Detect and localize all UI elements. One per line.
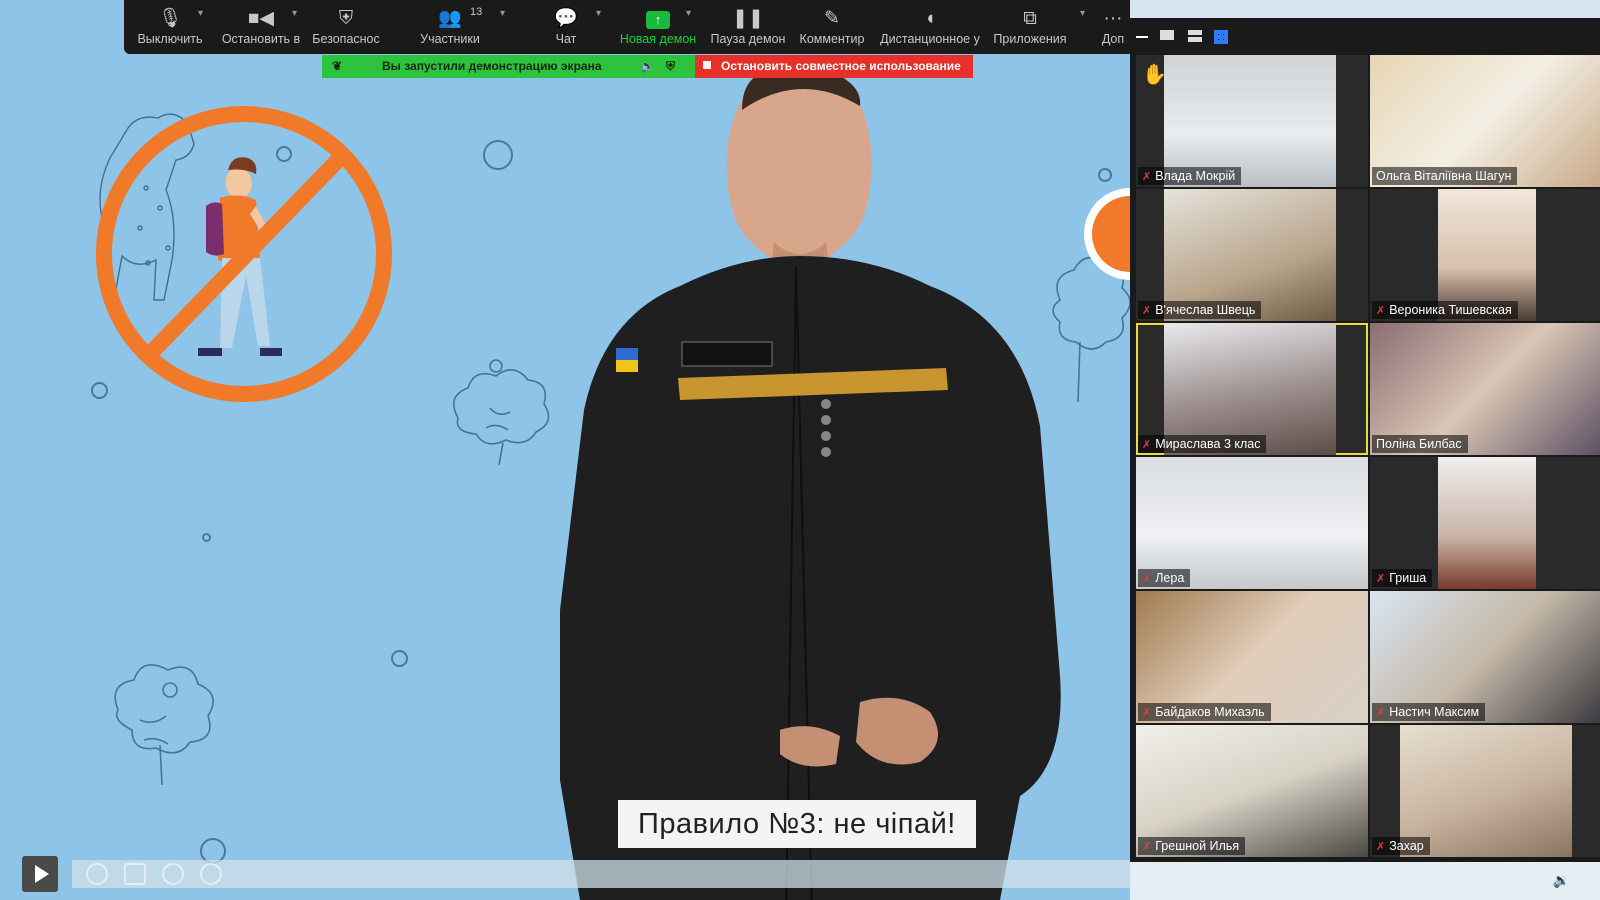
video-player-controls: [0, 850, 1130, 900]
apps-button[interactable]: ⧉ Приложения: [992, 0, 1068, 54]
participant-tile[interactable]: ✗ Вероника Тишевская: [1370, 189, 1600, 321]
mouse-icon: ◖: [924, 8, 936, 29]
more-icon[interactable]: [200, 863, 222, 885]
muted-mic-icon: ✗: [1376, 841, 1386, 853]
gallery-top-strip: [1130, 0, 1600, 18]
chevron-down-icon[interactable]: ▾: [292, 8, 297, 19]
doodle-circle: [483, 140, 513, 170]
chevron-down-icon[interactable]: ▾: [500, 8, 505, 19]
remote-control-button[interactable]: ◖ Дистанционное у: [876, 0, 984, 54]
stop-video-button[interactable]: ■◀ Остановить в: [220, 0, 302, 54]
video-camera-icon: ■◀: [247, 8, 275, 29]
muted-mic-icon: ✗: [1142, 841, 1152, 853]
muted-mic-icon: ✗: [1376, 573, 1386, 585]
leaf-icon: ❦: [332, 59, 343, 73]
minimize-icon[interactable]: [1136, 36, 1148, 38]
more-button[interactable]: ··· Доп: [1096, 0, 1130, 54]
stop-square-icon: [703, 61, 711, 69]
microphone-icon: 🎙: [157, 8, 183, 29]
shield-icon: ⛨: [338, 8, 354, 29]
participant-tile-active-speaker[interactable]: ✗ Мираслава 3 клас: [1136, 323, 1368, 455]
mute-button[interactable]: 🎙 Выключить: [134, 0, 206, 54]
participant-tile[interactable]: ✗ Гриша: [1370, 457, 1600, 589]
participant-tile[interactable]: ✗ Захар: [1370, 725, 1600, 857]
volume-icon[interactable]: 🔉: [1553, 872, 1570, 889]
participant-video: [1438, 457, 1536, 589]
speaker-view-icon[interactable]: [1188, 30, 1202, 42]
thumbnail-view-icon[interactable]: [1160, 30, 1174, 40]
participant-tile[interactable]: ✗ Грешной Илья: [1136, 725, 1368, 857]
annotate-button[interactable]: ✎ Комментир: [796, 0, 868, 54]
share-screen-icon: ↑: [646, 11, 670, 29]
security-button[interactable]: ⛨ Безопаснос: [310, 0, 382, 54]
participant-tile[interactable]: ✗ Байдаков Михаэль: [1136, 591, 1368, 723]
flower-doodle: [452, 359, 550, 466]
more-icon: ···: [1103, 8, 1123, 29]
muted-mic-icon: ✗: [1142, 305, 1152, 317]
gallery-view-icon[interactable]: [1214, 30, 1228, 44]
participants-count-badge: 13: [470, 6, 483, 18]
fullscreen-icon[interactable]: [124, 863, 146, 885]
video-subtitle: Правило №3: не чіпай!: [618, 800, 976, 848]
zoom-icon[interactable]: [162, 863, 184, 885]
pause-icon: ❚❚: [732, 8, 764, 29]
meeting-toolbar: 🎙 Выключить ▾ ■◀ Остановить в ▾ ⛨ Безопа…: [124, 0, 1134, 54]
presenter-video: [560, 70, 1061, 900]
doodle-circle: [202, 533, 211, 542]
play-button[interactable]: [22, 856, 58, 892]
chevron-down-icon[interactable]: ▾: [198, 8, 203, 19]
sharing-status-banner: ❦ Вы запустили демонстрацию экрана 🔈 ⛨: [322, 55, 695, 78]
participant-tile[interactable]: Поліна Билбас: [1370, 323, 1600, 455]
gallery-view-controls: [1130, 18, 1600, 54]
chat-bubble-icon: 💬: [554, 8, 578, 29]
participant-tile[interactable]: ✗ Настич Максим: [1370, 591, 1600, 723]
prohibition-sign-illustration: [96, 106, 392, 402]
flower-doodle: [114, 664, 214, 786]
speaker-icon[interactable]: 🔈: [640, 55, 655, 78]
participant-tile[interactable]: ✗ Влада Мокрій: [1136, 55, 1368, 187]
chat-button[interactable]: 💬 Чат: [542, 0, 590, 54]
muted-mic-icon: ✗: [1142, 171, 1152, 183]
muted-mic-icon: ✗: [1376, 305, 1386, 317]
pen-icon[interactable]: [86, 863, 108, 885]
stop-share-button[interactable]: Остановить совместное использование: [695, 55, 973, 78]
shield-check-icon: ⛨: [666, 59, 676, 73]
chevron-down-icon[interactable]: ▾: [686, 8, 691, 19]
participant-tile[interactable]: Ольга Віталіївна Шагун: [1370, 55, 1600, 187]
video-seek-bar[interactable]: [72, 860, 1130, 888]
participant-tile[interactable]: ✗ Лера: [1136, 457, 1368, 589]
shared-screen: Правило №3: не чіпай!: [0, 0, 1130, 900]
pause-share-button[interactable]: ❚❚ Пауза демон: [706, 0, 790, 54]
muted-mic-icon: ✗: [1376, 707, 1386, 719]
muted-mic-icon: ✗: [1142, 573, 1152, 585]
doodle-circle: [391, 650, 408, 667]
chevron-down-icon[interactable]: ▾: [596, 8, 601, 19]
gallery-bottom-strip: 🔉: [1130, 862, 1600, 900]
chevron-down-icon[interactable]: ▾: [1080, 8, 1085, 19]
participant-tile[interactable]: ✗ В'ячеслав Швець: [1136, 189, 1368, 321]
pencil-icon: ✎: [824, 8, 840, 29]
muted-mic-icon: ✗: [1142, 707, 1152, 719]
apps-icon: ⧉: [1023, 8, 1037, 29]
muted-mic-icon: ✗: [1142, 439, 1152, 451]
raised-hand-icon: ✋: [1142, 64, 1167, 86]
